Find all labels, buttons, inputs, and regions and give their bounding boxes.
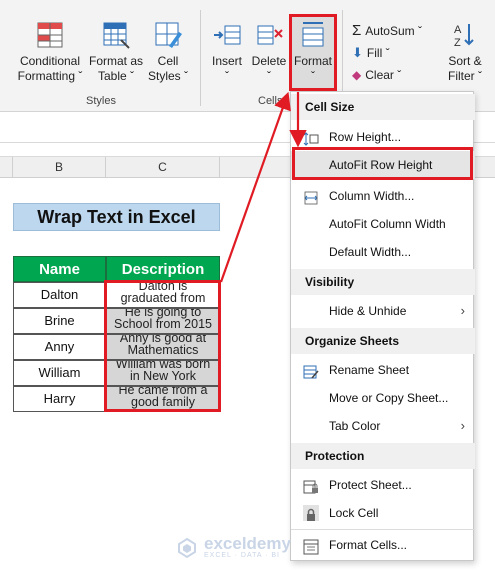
name-cell[interactable]: Brine [13,308,106,334]
cell-styles-icon [153,20,183,50]
menu-divider [291,529,475,530]
menu-label: Move or Copy Sheet... [329,391,449,405]
format-as-table-button[interactable]: Format as Table ˇ [88,20,144,84]
sort-filter-label-2: Filter ˇ [448,69,482,83]
menu-section-cell-size: Cell Size [291,94,475,120]
clear-button[interactable]: ◆ Clear ˇ [352,68,401,82]
ribbon-separator [200,10,201,106]
menu-label: Format Cells... [329,538,408,552]
row-height-icon [303,129,319,146]
autosum-icon: Σ [352,22,362,39]
menu-label: Default Width... [329,245,412,259]
menu-item-move-copy-sheet[interactable]: Move or Copy Sheet... [291,384,475,412]
menu-section-organize-sheets: Organize Sheets [291,328,475,354]
column-width-icon [303,188,319,205]
sort-filter-label-1: Sort & [448,54,482,68]
lock-icon [303,505,319,521]
menu-item-protect-sheet[interactable]: Protect Sheet... [291,471,475,499]
eraser-icon: ◆ [352,68,362,82]
chevron-right-icon: › [460,418,465,433]
fill-button[interactable]: ⬇ Fill ˇ [352,45,390,61]
format-button-highlight [289,14,337,91]
delete-label: Delete [251,54,287,68]
menu-label: Lock Cell [329,506,379,520]
sort-filter-button[interactable]: AZ Sort & Filter ˇ [440,20,490,84]
menu-section-protection: Protection [291,443,475,469]
menu-label: AutoFit Column Width [329,217,446,231]
table-header-name[interactable]: Name [13,256,106,282]
svg-text:A: A [454,24,462,36]
conditional-formatting-icon [35,20,65,50]
excel-window: Conditional Formatting ˇ Format as Table… [0,0,495,583]
cells-group-label: Cells [258,95,283,107]
rename-sheet-icon [303,362,319,379]
watermark-name: exceldemy [204,534,291,553]
name-cell[interactable]: William [13,360,106,386]
name-cell[interactable]: Anny [13,334,106,360]
format-as-table-label-2: Table ˇ [97,69,135,83]
menu-section-visibility: Visibility [291,269,475,295]
insert-button[interactable]: Insert ˇ [206,20,248,84]
sort-az-icon: AZ [450,20,480,50]
format-cells-icon [303,537,319,555]
cell-styles-button[interactable]: Cell Styles ˇ [144,20,192,84]
fill-label: Fill ˇ [366,46,390,60]
insert-dropdown-arrow: ˇ [225,69,229,83]
exceldemy-logo-icon [178,537,196,558]
menu-item-default-width[interactable]: Default Width... [291,238,475,266]
name-cell[interactable]: Dalton [13,282,106,308]
menu-item-rename-sheet[interactable]: Rename Sheet [291,356,475,384]
insert-label: Insert [211,54,242,68]
styles-group-label: Styles [86,95,116,107]
conditional-formatting-button[interactable]: Conditional Formatting ˇ [12,20,88,84]
svg-text:Z: Z [454,37,461,49]
watermark-logo: exceldemy EXCEL · DATA · BI [176,534,291,559]
watermark-tagline: EXCEL · DATA · BI [204,552,280,559]
column-header-d[interactable] [220,157,290,178]
description-highlight-box [104,280,221,412]
delete-button[interactable]: Delete ˇ [248,20,290,84]
menu-item-autofit-column-width[interactable]: AutoFit Column Width [291,210,475,238]
table-header-description[interactable]: Description [106,256,220,282]
format-as-table-icon [101,20,131,50]
menu-label: Column Width... [329,189,415,203]
menu-item-format-cells[interactable]: Format Cells... [291,531,475,559]
conditional-formatting-label-1: Conditional [19,54,81,68]
protect-sheet-icon [303,477,319,494]
menu-label: Row Height... [329,130,402,144]
cell-styles-label-2: Styles ˇ [147,69,188,83]
chevron-right-icon: › [460,303,465,318]
corner-cell[interactable] [0,157,13,178]
column-header-c[interactable]: C [106,157,220,178]
column-header-b[interactable]: B [13,157,106,178]
conditional-formatting-label-2: Formatting ˇ [17,69,83,83]
menu-item-lock-cell[interactable]: Lock Cell [291,499,475,527]
delete-cells-icon [254,20,284,50]
delete-dropdown-arrow: ˇ [267,69,271,83]
menu-label: Rename Sheet [329,363,410,377]
insert-cells-icon [212,20,242,50]
clear-label: Clear ˇ [365,68,402,82]
menu-item-column-width[interactable]: Column Width... [291,182,475,210]
autosum-label: AutoSum ˇ [365,23,422,38]
autosum-button[interactable]: Σ AutoSum ˇ [352,22,422,39]
menu-label: Protect Sheet... [329,478,412,492]
menu-item-hide-unhide[interactable]: Hide & Unhide › [291,297,475,325]
cell-styles-label-1: Cell [157,54,179,68]
menu-item-tab-color[interactable]: Tab Color › [291,412,475,440]
menu-label: Tab Color [329,419,381,433]
name-cell[interactable]: Harry [13,386,106,412]
format-as-table-label-1: Format as [88,54,143,68]
autofit-row-height-highlight [292,147,473,180]
fill-down-icon: ⬇ [352,45,363,60]
menu-label: Hide & Unhide [329,304,407,318]
sheet-title[interactable]: Wrap Text in Excel [13,203,220,231]
